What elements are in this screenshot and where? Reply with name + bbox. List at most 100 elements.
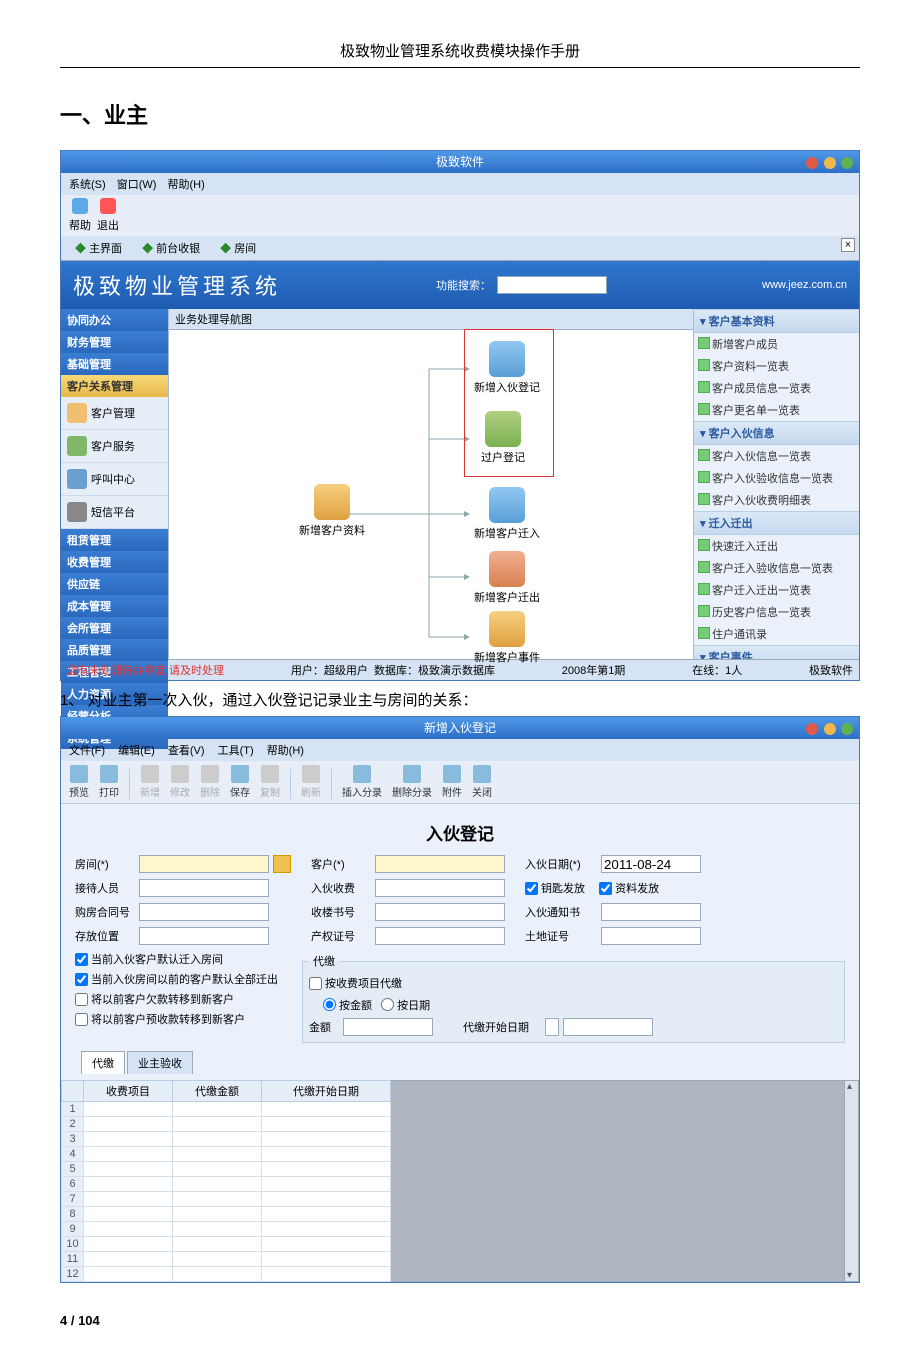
- node-movein[interactable]: 新增客户迁入: [474, 487, 540, 541]
- receipt-input[interactable]: [375, 903, 505, 921]
- sidebar-item[interactable]: 短信平台: [61, 496, 168, 529]
- contract-input[interactable]: [139, 903, 269, 921]
- receptionist-input[interactable]: [139, 879, 269, 897]
- table-row[interactable]: 11: [62, 1252, 391, 1267]
- attach-button[interactable]: 附件: [442, 765, 462, 799]
- fee-input[interactable]: [375, 879, 505, 897]
- table-row[interactable]: 1: [62, 1102, 391, 1117]
- sidebar-item[interactable]: 呼叫中心: [61, 463, 168, 496]
- delete-row-button[interactable]: 删除分录: [392, 765, 432, 799]
- rp-link[interactable]: 客户资料一览表: [694, 355, 859, 377]
- node-new-customer[interactable]: 新增客户资料: [299, 484, 365, 538]
- notice-input[interactable]: [601, 903, 701, 921]
- close-icon[interactable]: [806, 723, 818, 735]
- rp-link[interactable]: 客户迁入迁出一览表: [694, 579, 859, 601]
- table-row[interactable]: 7: [62, 1192, 391, 1207]
- chk-default-moveout[interactable]: 当前入伙房间以前的客户默认全部迁出: [75, 971, 278, 987]
- menu-help[interactable]: 帮助(H): [168, 179, 205, 191]
- detail-grid[interactable]: 收费项目 代缴金额 代缴开始日期 123456789101112: [61, 1080, 391, 1282]
- window-controls[interactable]: [804, 154, 853, 176]
- exit-button[interactable]: 退出: [97, 198, 119, 233]
- sidebar-group[interactable]: 财务管理: [61, 331, 168, 353]
- table-row[interactable]: 3: [62, 1132, 391, 1147]
- chk-by-item[interactable]: 按收费项目代缴: [309, 975, 402, 991]
- table-row[interactable]: 9: [62, 1222, 391, 1237]
- menu-system[interactable]: 系统(S): [69, 179, 106, 191]
- rp-link[interactable]: 新增客户成员: [694, 333, 859, 355]
- land-input[interactable]: [601, 927, 701, 945]
- menu-view[interactable]: 查看(V): [168, 745, 205, 757]
- rp-section-header[interactable]: 客户入伙信息: [694, 421, 859, 445]
- customer-input[interactable]: [375, 855, 505, 873]
- sidebar-item[interactable]: 客户服务: [61, 430, 168, 463]
- close-icon[interactable]: [806, 157, 818, 169]
- rp-link[interactable]: 客户迁入验收信息一览表: [694, 557, 859, 579]
- sidebar-group[interactable]: 会所管理: [61, 617, 168, 639]
- minimize-icon[interactable]: [824, 157, 836, 169]
- save-button[interactable]: 保存: [230, 765, 250, 799]
- table-row[interactable]: 2: [62, 1117, 391, 1132]
- node-checkin[interactable]: 新增入伙登记: [474, 341, 540, 395]
- radio-by-amount[interactable]: 按金额: [323, 997, 372, 1013]
- room-picker-icon[interactable]: [273, 855, 291, 873]
- rp-section-header[interactable]: 客户基本资料: [694, 309, 859, 333]
- chk-transfer-due[interactable]: 将以前客户欠款转移到新客户: [75, 991, 278, 1007]
- tab-main[interactable]: ◆ 主界面: [67, 238, 130, 258]
- date-input[interactable]: [601, 855, 701, 873]
- close-button[interactable]: 关闭: [472, 765, 492, 799]
- node-transfer[interactable]: 过户登记: [481, 411, 525, 465]
- menu-window[interactable]: 窗口(W): [117, 179, 157, 191]
- zoom-icon[interactable]: [841, 723, 853, 735]
- chk-default-movein[interactable]: 当前入伙客户默认迁入房间: [75, 951, 278, 967]
- table-row[interactable]: 8: [62, 1207, 391, 1222]
- vertical-scrollbar[interactable]: [844, 1081, 858, 1281]
- sidebar-group[interactable]: 租赁管理: [61, 529, 168, 551]
- menu-edit[interactable]: 编辑(E): [118, 745, 155, 757]
- table-row[interactable]: 5: [62, 1162, 391, 1177]
- menu-file[interactable]: 文件(F): [69, 745, 105, 757]
- dialog-controls[interactable]: [804, 720, 853, 742]
- rp-section-header[interactable]: 客户事件: [694, 645, 859, 659]
- help-button[interactable]: 帮助: [69, 198, 91, 233]
- room-input[interactable]: [139, 855, 269, 873]
- rp-section-header[interactable]: 迁入迁出: [694, 511, 859, 535]
- rp-link[interactable]: 住户通讯录: [694, 623, 859, 645]
- tab-room[interactable]: ◆ 房间: [212, 238, 264, 258]
- zoom-icon[interactable]: [841, 157, 853, 169]
- rp-link[interactable]: 客户入伙验收信息一览表: [694, 467, 859, 489]
- sidebar-group[interactable]: 供应链: [61, 573, 168, 595]
- table-row[interactable]: 12: [62, 1267, 391, 1282]
- radio-by-date[interactable]: 按日期: [381, 997, 430, 1013]
- sidebar-group[interactable]: 品质管理: [61, 639, 168, 661]
- dialog-menubar[interactable]: 文件(F) 编辑(E) 查看(V) 工具(T) 帮助(H): [61, 739, 859, 761]
- menu-help[interactable]: 帮助(H): [267, 745, 304, 757]
- tab-cashier[interactable]: ◆ 前台收银: [134, 238, 208, 258]
- node-event[interactable]: 新增客户事件: [474, 611, 540, 665]
- sidebar-group[interactable]: 基础管理: [61, 353, 168, 375]
- rp-link[interactable]: 客户更名单一览表: [694, 399, 859, 421]
- sidebar-group[interactable]: 成本管理: [61, 595, 168, 617]
- print-button[interactable]: 打印: [99, 765, 119, 799]
- node-moveout[interactable]: 新增客户迁出: [474, 551, 540, 605]
- table-row[interactable]: 10: [62, 1237, 391, 1252]
- rp-link[interactable]: 客户成员信息一览表: [694, 377, 859, 399]
- search-input[interactable]: [497, 276, 607, 294]
- start-date-enable[interactable]: [545, 1018, 559, 1036]
- tab-pay-behalf[interactable]: 代缴: [81, 1051, 125, 1074]
- rp-link[interactable]: 快速迁入迁出: [694, 535, 859, 557]
- doc-checkbox[interactable]: 资料发放: [599, 880, 659, 896]
- status-warning[interactable]: 您有未处理待办事宜,请及时处理: [67, 662, 224, 678]
- minimize-icon[interactable]: [824, 723, 836, 735]
- chk-transfer-prepay[interactable]: 将以前客户预收款转移到新客户: [75, 1011, 278, 1027]
- store-input[interactable]: [139, 927, 269, 945]
- table-row[interactable]: 6: [62, 1177, 391, 1192]
- sidebar-group[interactable]: 协同办公: [61, 309, 168, 331]
- menubar[interactable]: 系统(S) 窗口(W) 帮助(H): [61, 173, 859, 195]
- rp-link[interactable]: 历史客户信息一览表: [694, 601, 859, 623]
- rp-link[interactable]: 客户入伙收费明细表: [694, 489, 859, 511]
- sidebar-group-selected[interactable]: 客户关系管理: [61, 375, 168, 397]
- preview-button[interactable]: 预览: [69, 765, 89, 799]
- deed-input[interactable]: [375, 927, 505, 945]
- tab-owner-inspect[interactable]: 业主验收: [127, 1051, 193, 1074]
- tab-close-button[interactable]: ×: [841, 238, 855, 252]
